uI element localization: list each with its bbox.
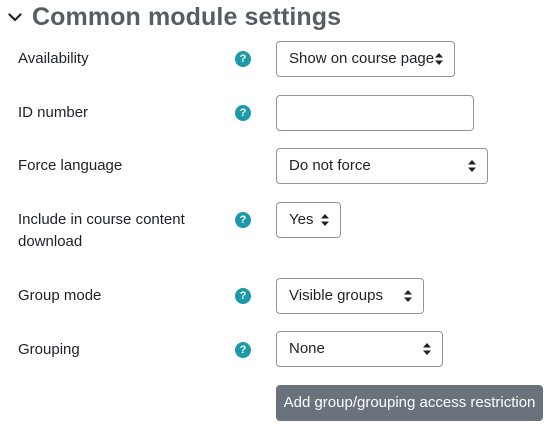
common-module-settings-page: Common module settings Availability ? Sh… [0, 0, 556, 432]
groupmode-select[interactable]: Visible groups [276, 278, 424, 314]
help-icon[interactable]: ? [235, 105, 251, 121]
availability-select[interactable]: Show on course page [276, 41, 455, 77]
forcelanguage-selected-value: Do not force [289, 157, 371, 174]
grouping-selected-value: None [289, 340, 325, 357]
select-arrows-icon [321, 214, 329, 226]
help-icon[interactable]: ? [235, 342, 251, 358]
select-arrows-icon [468, 160, 476, 172]
download-label-line2: download [18, 233, 83, 250]
select-arrows-icon [404, 290, 412, 302]
help-icon[interactable]: ? [235, 51, 251, 67]
availability-label: Availability [18, 50, 89, 67]
forcelanguage-label: Force language [18, 157, 123, 174]
help-icon[interactable]: ? [235, 212, 251, 228]
groupmode-label: Group mode [18, 287, 102, 304]
forcelanguage-select[interactable]: Do not force [276, 148, 488, 184]
groupmode-selected-value: Visible groups [289, 287, 383, 304]
download-label-line1: Include in course content [18, 211, 185, 228]
grouping-label: Grouping [18, 341, 80, 358]
idnumber-input[interactable] [276, 95, 474, 131]
select-arrows-icon [435, 53, 443, 65]
download-selected-value: Yes [289, 211, 314, 228]
section-toggle[interactable]: Common module settings [4, 0, 341, 34]
availability-selected-value: Show on course page [289, 50, 435, 67]
chevron-down-icon [4, 6, 26, 28]
select-arrows-icon [423, 343, 431, 355]
idnumber-label: ID number [18, 104, 89, 121]
help-icon[interactable]: ? [235, 288, 251, 304]
section-title: Common module settings [32, 2, 342, 31]
download-select[interactable]: Yes [276, 202, 341, 238]
add-group-restriction-button[interactable]: Add group/grouping access restriction [276, 385, 543, 421]
grouping-select[interactable]: None [276, 331, 443, 367]
